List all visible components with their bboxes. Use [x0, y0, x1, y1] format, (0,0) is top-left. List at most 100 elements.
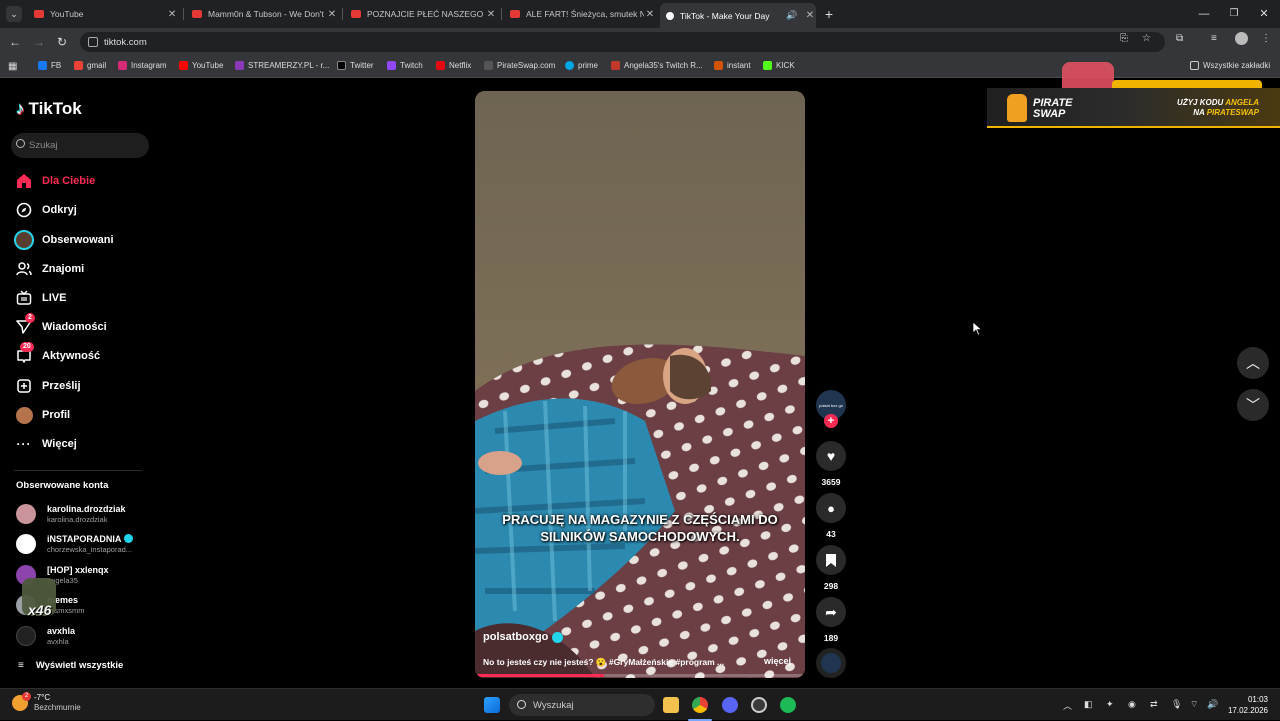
bookmark-netflix[interactable]: Netflix [436, 61, 471, 70]
share-button[interactable]: ➦ [816, 597, 846, 627]
like-button[interactable]: ♥ [816, 441, 846, 471]
video-author[interactable]: polsatboxgo [483, 631, 564, 643]
close-tab-icon[interactable]: ✕ [166, 9, 178, 20]
previous-video-button[interactable]: ︿ [1237, 347, 1269, 379]
following-account[interactable]: iNSTAPORADNIA chorzewska_instaporad... [16, 531, 143, 557]
profile-avatar-icon[interactable] [1235, 32, 1248, 45]
nav-following[interactable]: Obserwowani [14, 229, 114, 251]
tab-mammon[interactable]: Mamm0n & Tubson - We Don't ✕ [186, 4, 338, 24]
menu-kebab-icon[interactable]: ⋮ [1261, 33, 1271, 44]
bookmark-icon [826, 553, 836, 567]
url-bar[interactable]: tiktok.com [80, 32, 1165, 52]
mouse-cursor-icon [973, 322, 982, 336]
video-progress-bar[interactable] [475, 674, 805, 677]
following-account[interactable]: avxhla avxhla [16, 623, 143, 649]
taskbar-search[interactable]: Wyszukaj [509, 694, 655, 716]
tray-discord-icon[interactable]: ◉ [1128, 699, 1136, 710]
show-all-following[interactable]: ≡ Wyświetl wszystkie [18, 660, 123, 671]
nav-more[interactable]: ··· Więcej [14, 433, 77, 455]
wifi-icon[interactable]: ⌔ [1190, 699, 1198, 710]
windows-start-icon[interactable] [484, 697, 500, 713]
tab-ale-fart[interactable]: ALE FART! Śnieżyca, smutek Ni ✕ [504, 4, 656, 24]
tray-pin-icon[interactable]: ✦ [1106, 699, 1114, 710]
bookmark-star-icon[interactable]: ☆ [1142, 33, 1151, 44]
windows-taskbar: -7°C Bezchmurnie 2 Wyszukaj ︿ ◧ ✦ ◉ ⇄ 🎙 … [0, 688, 1280, 721]
more-button[interactable]: więcej [764, 656, 791, 666]
nav-live[interactable]: LIVE [14, 287, 66, 309]
bookmark-youtube[interactable]: YouTube [179, 61, 223, 70]
chrome-icon[interactable] [692, 697, 708, 713]
search-placeholder: Szukaj [29, 140, 58, 151]
close-tab-icon[interactable]: ✕ [326, 9, 338, 20]
install-app-icon[interactable]: ⎘ [1120, 33, 1128, 44]
bookmark-kick[interactable]: KICK [763, 61, 795, 70]
steam-icon[interactable] [751, 697, 767, 713]
bookmark-instagram[interactable]: Instagram [118, 61, 167, 70]
follow-plus-button[interactable]: + [824, 414, 838, 428]
comment-button[interactable]: ● [816, 493, 846, 523]
forward-icon[interactable]: → [31, 34, 47, 50]
nav-for-you[interactable]: Dla Ciebie [14, 170, 95, 192]
minimize-icon[interactable]: — [1196, 6, 1212, 22]
bookmark-fb[interactable]: FB [38, 61, 61, 70]
following-account[interactable]: karolina.drozdziak karolina.drozdziak [16, 501, 143, 527]
nav-explore[interactable]: Odkryj [14, 199, 77, 221]
folder-icon [1190, 61, 1199, 70]
bookmark-pirateswap[interactable]: PirateSwap.com [484, 61, 555, 70]
tab-title: YouTube [50, 9, 84, 19]
tab-tiktok[interactable]: TikTok - Make Your Day 🔊 ✕ [660, 3, 816, 28]
tab-separator [501, 8, 502, 20]
pirateswap-ad-banner[interactable]: PIRATE SWAP UŻYJ KODU ANGELA NA PIRATESW… [987, 88, 1280, 128]
reload-icon[interactable]: ↻ [54, 34, 70, 50]
tiktok-sidebar: ♪ TikTok Szukaj Dla Ciebie Odkryj Obserw… [0, 80, 160, 688]
next-video-button[interactable]: ﹀ [1237, 389, 1269, 421]
nav-upload[interactable]: Prześlij [14, 375, 81, 397]
extensions-icon[interactable]: ⧉ [1176, 33, 1183, 44]
nav-friends[interactable]: Znajomi [14, 258, 84, 280]
nav-profile[interactable]: Profil [14, 404, 70, 426]
bookmark-gmail[interactable]: gmail [74, 61, 106, 70]
tab-poznajcie[interactable]: POZNAJCIE PŁEĆ NASZEGO DZ ✕ [345, 4, 497, 24]
close-tab-icon[interactable]: ✕ [804, 10, 816, 21]
facebook-icon [38, 61, 47, 70]
back-icon[interactable]: ← [7, 34, 23, 50]
activity-icon: 20 [14, 342, 34, 366]
comment-icon: ● [827, 500, 835, 516]
bookmark-instant[interactable]: instant [714, 61, 751, 70]
tray-chevron-up-icon[interactable]: ︿ [1063, 699, 1072, 712]
bookmark-label: Instagram [131, 61, 167, 70]
media-control-icon[interactable]: ≡ [1211, 33, 1217, 44]
tiktok-logo[interactable]: ♪ TikTok [16, 99, 82, 119]
discord-icon[interactable] [722, 697, 738, 713]
tray-app-icon[interactable]: ◧ [1084, 699, 1093, 710]
volume-icon[interactable]: 🔊 [1207, 699, 1218, 710]
bookmark-prime[interactable]: prime [565, 61, 598, 70]
system-clock[interactable]: 01:03 17.02.2026 [1226, 694, 1268, 716]
apps-grid-icon[interactable]: ▦ [8, 61, 17, 72]
close-tab-icon[interactable]: ✕ [644, 9, 656, 20]
bookmark-twitch[interactable]: Twitch [387, 61, 423, 70]
all-bookmarks-folder[interactable]: Wszystkie zakładki [1190, 61, 1270, 70]
close-tab-icon[interactable]: ✕ [485, 9, 497, 20]
tab-search-icon[interactable]: ⌄ [6, 6, 22, 22]
bookmark-streamerzy[interactable]: STREAMERZY.PL - r... [235, 61, 329, 70]
spotify-icon[interactable] [780, 697, 796, 713]
bookmark-angela35[interactable]: Angela35's Twitch R... [611, 61, 703, 70]
restore-icon[interactable]: ❐ [1226, 6, 1242, 22]
video-player[interactable]: PRACUJĘ NA MAGAZYNIE Z CZĘŚCIAMI DO SILN… [475, 91, 805, 678]
instagram-icon [118, 61, 127, 70]
search-input[interactable]: Szukaj [11, 133, 149, 158]
tab-youtube[interactable]: YouTube ✕ [28, 4, 178, 24]
file-explorer-icon[interactable] [663, 697, 679, 713]
site-info-icon[interactable] [88, 37, 98, 47]
nav-messages[interactable]: 2 Wiadomości [14, 313, 107, 338]
tray-network-icon[interactable]: ⇄ [1150, 699, 1158, 710]
music-disc-icon[interactable] [816, 648, 846, 678]
new-tab-icon[interactable]: + [821, 6, 837, 22]
save-button[interactable] [816, 545, 846, 575]
bookmark-twitter[interactable]: Twitter [337, 61, 374, 70]
close-window-icon[interactable]: ✕ [1256, 6, 1272, 22]
nav-activity[interactable]: 20 Aktywność [14, 342, 100, 367]
microphone-icon[interactable]: 🎙 [1171, 699, 1182, 710]
speaker-icon[interactable]: 🔊 [785, 10, 799, 21]
